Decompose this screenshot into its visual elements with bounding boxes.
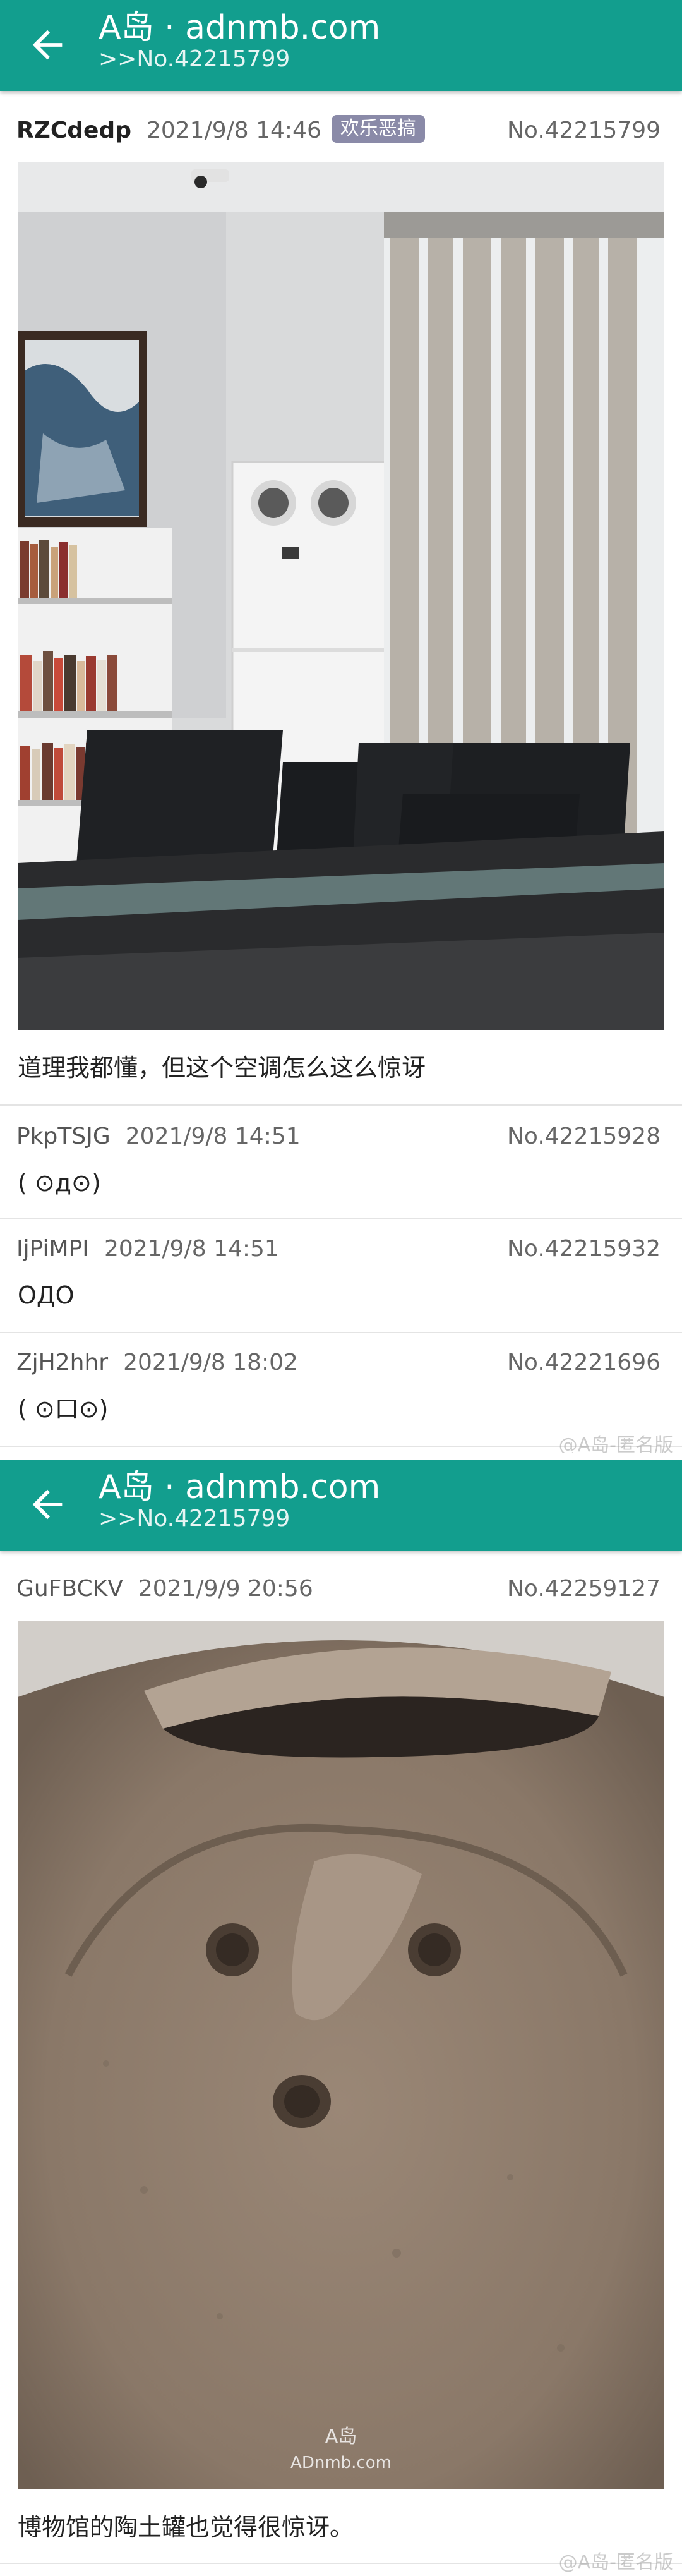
screenshot-panel-1: A岛 · adnmb.com >>No.42215799 RZCdedp 2021… (0, 0, 682, 1453)
thread-id-subtitle[interactable]: >>No.42215799 (99, 45, 290, 73)
back-arrow-icon[interactable] (25, 23, 69, 67)
reply-meta: GuFBCKV 2021/9/9 20:56 (16, 1567, 313, 1611)
reply-poster-id[interactable]: PkpTSJG (16, 1123, 111, 1149)
reply-time: 2021/9/9 20:56 (138, 1576, 313, 1602)
reply-meta: PkpTSJG 2021/9/8 14:51 (16, 1115, 301, 1159)
reply-poster-id[interactable]: IjPiMPI (16, 1236, 89, 1262)
app-bar: A岛 · adnmb.com >>No.42215799 (0, 1460, 682, 1551)
reply-text: ОДО (18, 1281, 75, 1309)
reply-number[interactable]: No.42215928 (507, 1115, 661, 1159)
app-title: A岛 · adnmb.com (99, 9, 381, 47)
post-image-pottery-jar[interactable]: A岛 ADnmb.com (18, 1621, 664, 2489)
reply-text: 博物馆的陶土罐也觉得很惊讶。 (18, 2513, 354, 2541)
pottery-jar-photo: A岛 ADnmb.com (18, 1621, 664, 2489)
reply-time: 2021/9/8 14:51 (104, 1236, 279, 1262)
image-watermark-line1: A岛 (325, 2426, 357, 2448)
poster-id[interactable]: RZCdedp (16, 118, 131, 143)
back-arrow-icon[interactable] (25, 1482, 69, 1527)
reply-meta: ZjH2hhr 2021/9/8 18:02 (16, 1341, 298, 1385)
reply-time: 2021/9/8 18:02 (123, 1350, 298, 1376)
watermark: @A岛-匿名版 (558, 1434, 673, 1453)
reply-number[interactable]: No.42215932 (507, 1227, 661, 1271)
reply-text: ( ⊙д⊙) (18, 1169, 101, 1197)
reply-text: ( ⊙口⊙) (18, 1395, 109, 1423)
board-tag[interactable]: 欢乐恶搞 (331, 115, 425, 143)
reply-number[interactable]: No.42259127 (507, 1567, 661, 1611)
reply-number[interactable]: No.42221696 (507, 1341, 661, 1385)
thread-id-subtitle[interactable]: >>No.42215799 (99, 1505, 290, 1533)
app-bar: A岛 · adnmb.com >>No.42215799 (0, 0, 682, 91)
screenshot-panel-2: A岛 · adnmb.com >>No.42215799 GuFBCKV 2021… (0, 1460, 682, 2576)
reply-poster-id[interactable]: GuFBCKV (16, 1576, 123, 1602)
post-meta: RZCdedp 2021/9/8 14:46 欢乐恶搞 (16, 109, 425, 153)
image-watermark-line2: ADnmb.com (290, 2453, 392, 2472)
divider (0, 1218, 682, 1219)
divider (0, 1332, 682, 1333)
post-text: 道理我都懂，但这个空调怎么这么惊讶 (18, 1054, 426, 1082)
reply-time: 2021/9/8 14:51 (125, 1123, 301, 1149)
reply-meta: IjPiMPI 2021/9/8 14:51 (16, 1227, 279, 1271)
divider (0, 1104, 682, 1106)
post-time: 2021/9/8 14:46 (146, 118, 321, 143)
post-image-aircon[interactable] (18, 162, 664, 1030)
watermark: @A岛-匿名版 (558, 2551, 673, 2573)
app-title: A岛 · adnmb.com (99, 1468, 381, 1506)
office-aircon-photo (18, 162, 664, 1030)
post-number[interactable]: No.42215799 (507, 109, 661, 153)
reply-poster-id[interactable]: ZjH2hhr (16, 1350, 108, 1376)
